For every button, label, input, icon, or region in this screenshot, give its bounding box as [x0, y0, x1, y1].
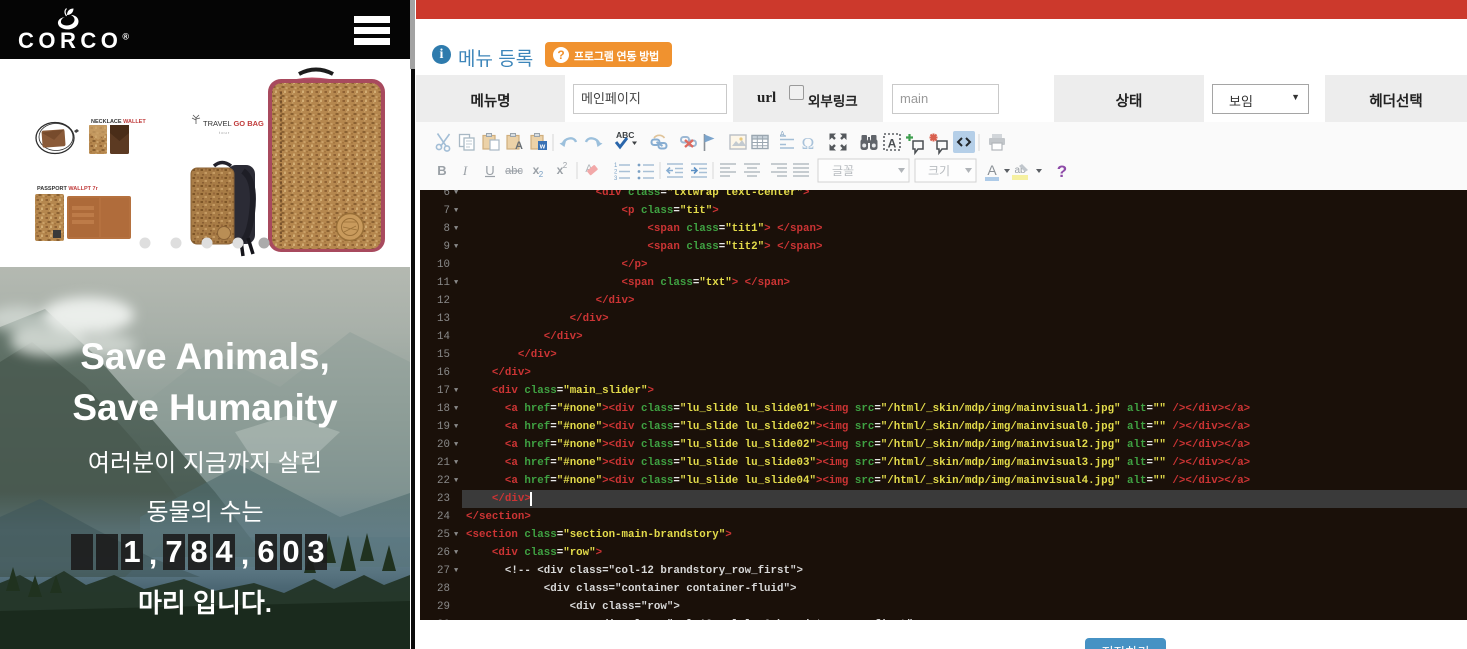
svg-text:t o u r: t o u r [219, 130, 230, 135]
svg-text:B: B [437, 163, 446, 178]
svg-text:2: 2 [539, 170, 544, 179]
svg-text:PASSPORT WALLPT 7r: PASSPORT WALLPT 7r [37, 186, 99, 192]
svg-text:1: 1 [614, 163, 618, 169]
svg-text:abc: abc [505, 165, 523, 177]
svg-text:w: w [539, 144, 546, 151]
svg-text:글꼴: 글꼴 [832, 164, 854, 178]
svg-text:크기: 크기 [928, 164, 950, 178]
svg-text:2: 2 [614, 170, 618, 176]
svg-text:A: A [780, 131, 785, 138]
svg-text:U: U [485, 163, 494, 178]
svg-text:I: I [462, 163, 468, 178]
svg-text:?: ? [1057, 162, 1067, 181]
svg-text:TRAVEL GO BAG: TRAVEL GO BAG [203, 119, 264, 128]
svg-text:3: 3 [614, 176, 618, 182]
svg-text:A: A [888, 137, 897, 151]
svg-text:A: A [987, 162, 997, 178]
svg-text:Ω: Ω [802, 134, 815, 153]
svg-text:2: 2 [563, 161, 568, 170]
svg-text:A: A [515, 140, 523, 152]
svg-text:NECKLACE WALLET: NECKLACE WALLET [91, 119, 146, 125]
